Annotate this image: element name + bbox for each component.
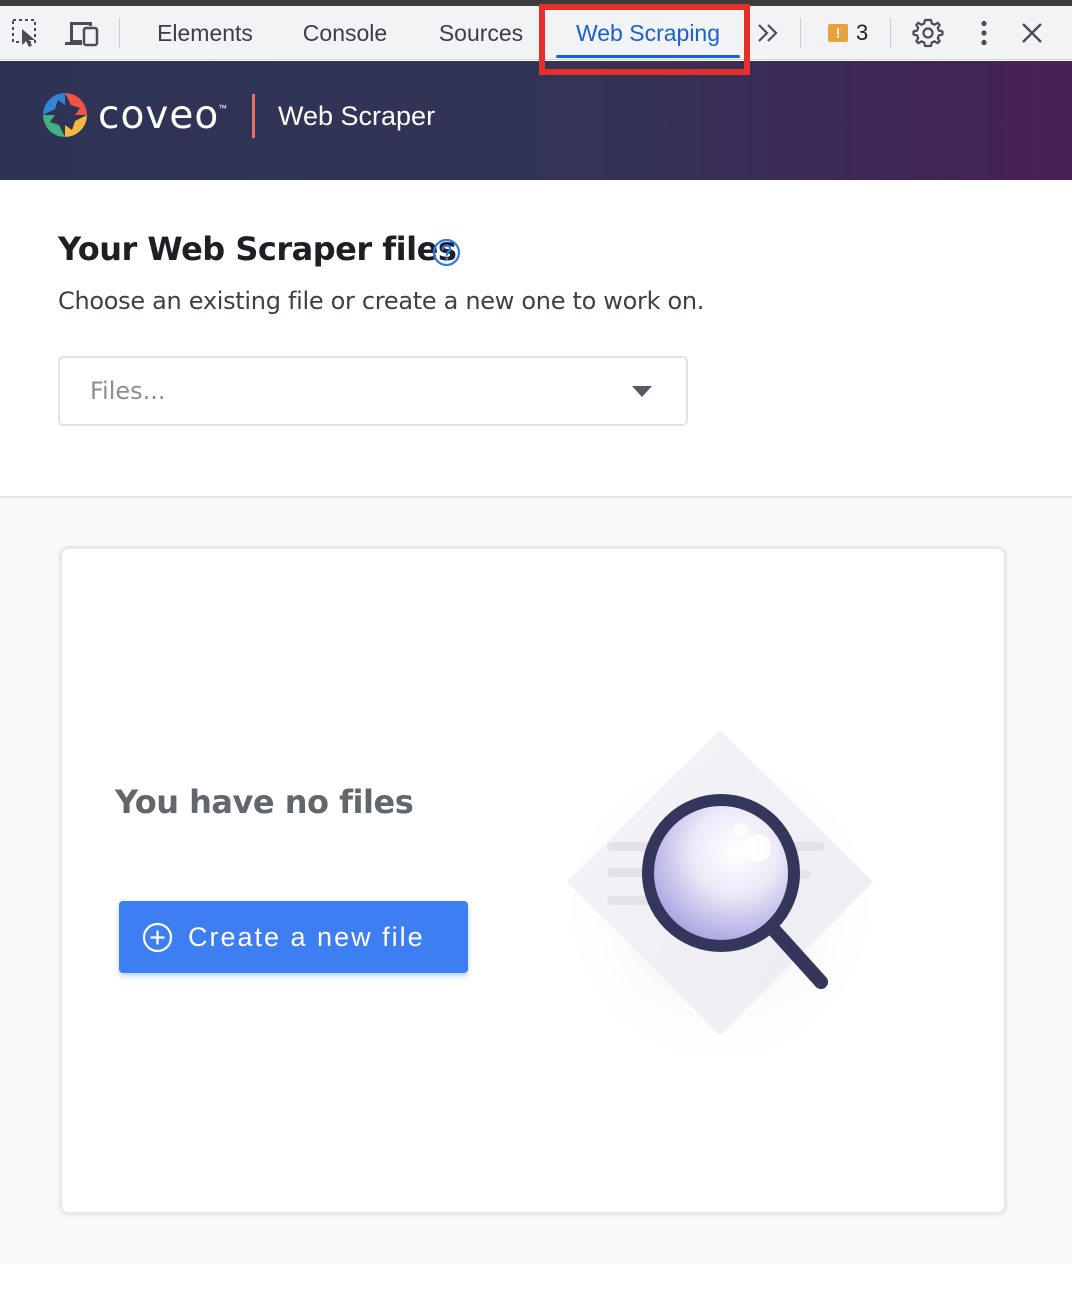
create-new-file-label: Create a new file [188,921,425,952]
caret-down-icon [632,386,652,397]
close-icon[interactable] [1014,6,1050,60]
inspect-element-icon[interactable] [6,6,46,60]
trademark-symbol: ™ [218,103,227,113]
toolbar-separator [800,18,801,48]
tab-console[interactable]: Console [284,6,406,60]
tab-web-scraping[interactable]: Web Scraping [550,6,746,60]
tab-elements[interactable]: Elements [140,6,270,60]
device-toolbar-icon[interactable] [60,6,104,60]
toolbar-separator [890,18,891,48]
devtools-toolbar: Elements Console Sources Web Scraping ! … [0,6,1072,60]
active-tab-indicator [556,55,740,58]
coveo-logo-icon [43,93,87,137]
tab-web-scraping-label: Web Scraping [575,19,721,46]
app-header: coveo ™ Web Scraper [0,61,1072,180]
header-divider [252,94,255,138]
magnifier-illustration-icon [550,730,890,1080]
empty-state-title: You have no files [115,783,414,821]
toolbar-separator [119,18,120,48]
tab-sources[interactable]: Sources [420,6,542,60]
create-new-file-button[interactable]: Create a new file [119,901,468,973]
page-title: Your Web Scraper files [58,230,457,268]
files-dropdown[interactable]: Files... [58,356,688,426]
chevron-double-right-icon[interactable] [750,6,786,60]
help-icon[interactable] [432,238,461,267]
plus-circle-icon [142,922,173,953]
issues-count: 3 [856,20,869,45]
gear-icon[interactable] [908,6,948,60]
page-subtitle: Choose an existing file or create a new … [58,287,705,315]
app-title: Web Scraper [278,100,436,131]
issue-flag-icon: ! [828,24,848,42]
kebab-menu-icon[interactable] [966,6,1002,60]
coveo-wordmark: coveo [98,92,220,138]
files-dropdown-placeholder: Files... [90,377,166,405]
issues-badge[interactable]: ! 3 [828,6,868,60]
